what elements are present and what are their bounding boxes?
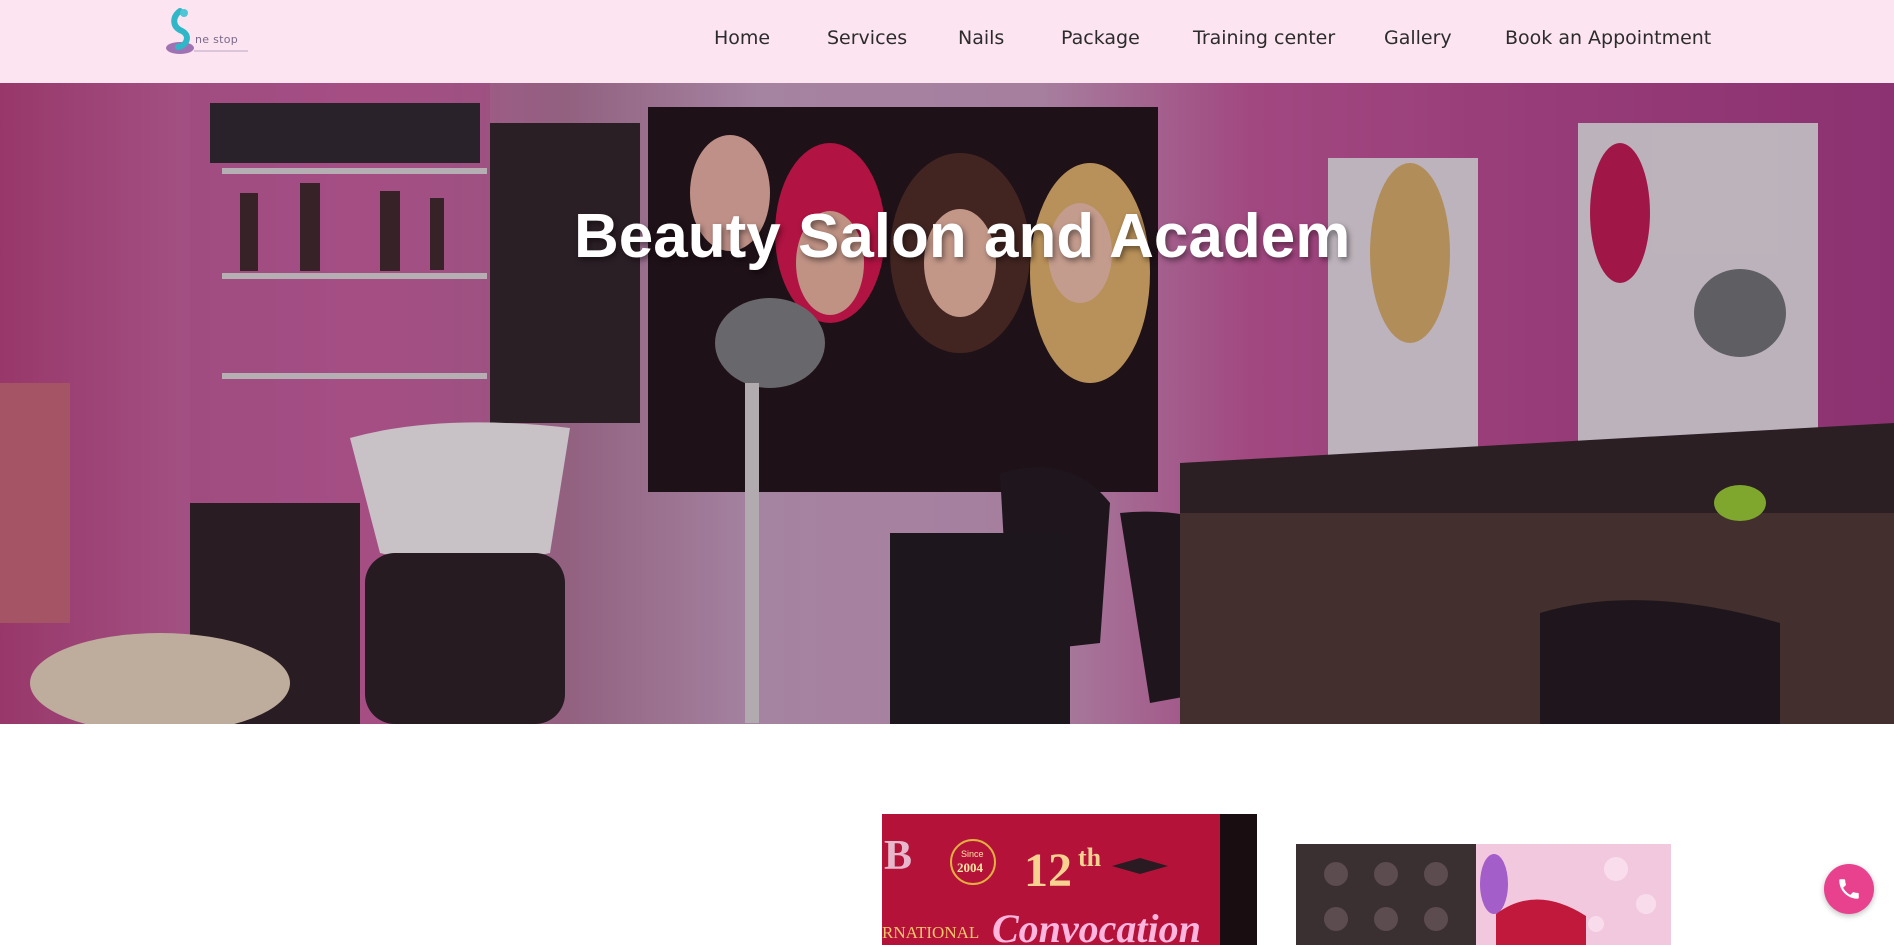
nav-training-center[interactable]: Training center xyxy=(1193,27,1335,49)
hero-banner: Beauty Salon and Academ xyxy=(0,83,1894,724)
nav-services[interactable]: Services xyxy=(827,27,907,49)
international-fragment: RNATIONAL xyxy=(882,923,979,942)
convocation-banner: B Since 2004 12 th Convocation RNATIONAL xyxy=(882,814,1257,945)
nav-nails[interactable]: Nails xyxy=(958,27,1004,49)
hero-title: Beauty Salon and Academ xyxy=(574,202,1351,271)
nav-book-appointment[interactable]: Book an Appointment xyxy=(1505,27,1711,49)
site-header: ne stop Home Services Nails Package Trai… xyxy=(0,0,1894,83)
convocation-image[interactable]: B Since 2004 12 th Convocation RNATIONAL xyxy=(882,814,1257,945)
decor-image[interactable] xyxy=(1296,844,1671,945)
nav-home[interactable]: Home xyxy=(714,27,770,49)
nav-gallery[interactable]: Gallery xyxy=(1384,27,1452,49)
convocation-word: Convocation xyxy=(992,906,1201,945)
convocation-suffix: th xyxy=(1078,843,1102,872)
hero-overlay xyxy=(0,83,1894,724)
phone-icon xyxy=(1839,879,1859,899)
since-label: Since xyxy=(961,849,984,859)
main-nav: Home Services Nails Package Training cen… xyxy=(0,0,1894,80)
banner-letter: B xyxy=(884,833,912,879)
nav-package[interactable]: Package xyxy=(1061,27,1140,49)
convocation-number: 12 xyxy=(1024,844,1072,897)
since-year: 2004 xyxy=(957,860,984,875)
call-button[interactable] xyxy=(1824,864,1874,914)
decor-photo xyxy=(1296,844,1671,945)
